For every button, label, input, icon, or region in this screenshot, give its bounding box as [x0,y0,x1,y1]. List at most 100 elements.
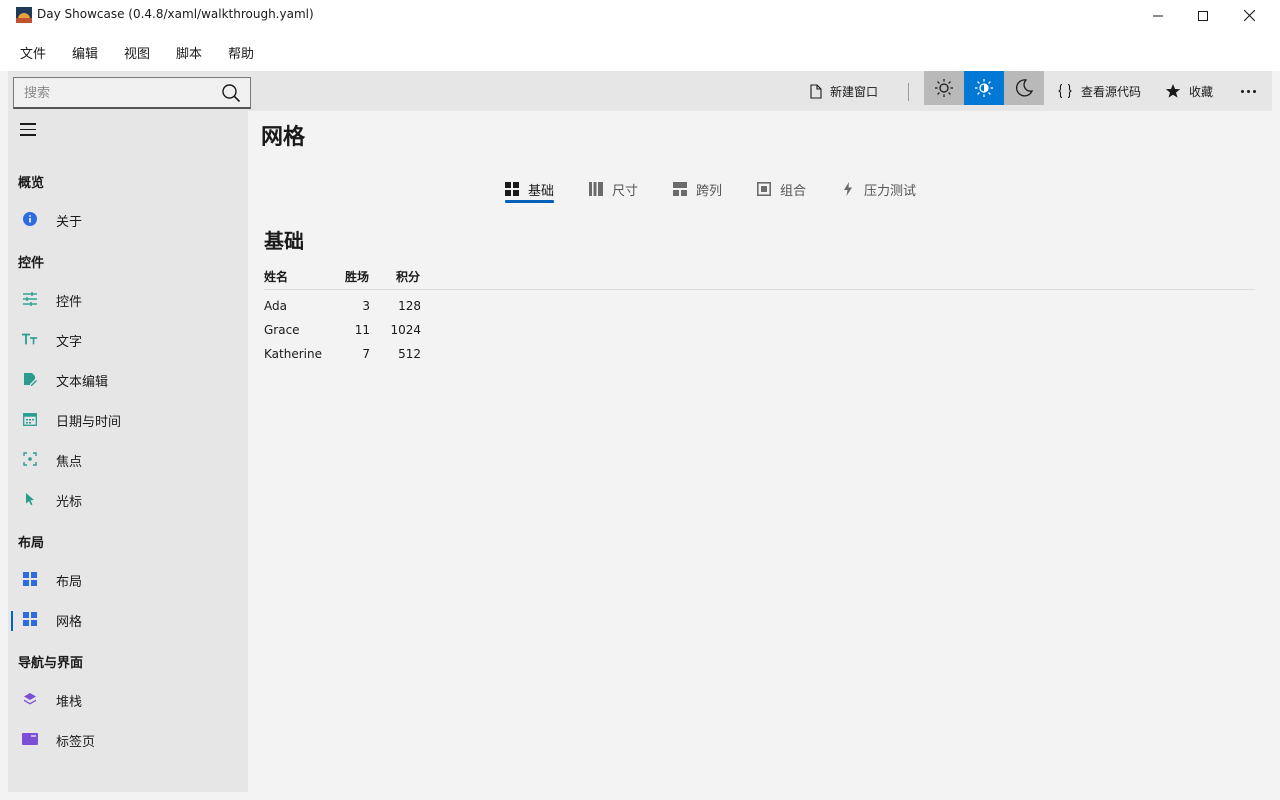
sidebar-item-cursor[interactable]: 光标 [8,481,248,517]
section-navigation: 导航与界面 [18,656,84,671]
sidebar: 概览 关于 控件 控件 文字 文本编辑 日期与时间 焦点 光标 布局 布局 网格… [8,111,248,792]
sidebar-item-label: 堆栈 [56,695,83,710]
maximize-button[interactable] [1180,0,1226,31]
stack-icon [22,691,38,707]
minimize-icon [1153,15,1163,16]
more-dot-icon [1240,89,1244,93]
auto-theme-button[interactable] [964,71,1004,105]
sidebar-item-label: 关于 [56,215,83,230]
menu-bar: 文件 编辑 视图 脚本 帮助 [0,31,1280,71]
section-controls: 控件 [18,256,45,271]
view-source-button[interactable]: 查看源代码 [1057,71,1141,111]
window-title: Day Showcase (0.4.8/xaml/walkthrough.yam… [37,7,314,21]
sidebar-item-label: 网格 [56,615,83,630]
info-icon [22,211,38,227]
sidebar-item-label: 标签页 [56,735,96,750]
tab-bar: 基础 尺寸 跨列 组合 压力测试 [0,176,1280,206]
more-options-button[interactable] [1234,79,1262,103]
sidebar-item-stack[interactable]: 堆栈 [8,681,248,717]
title-bar: Day Showcase (0.4.8/xaml/walkthrough.yam… [0,0,1280,31]
tab-label: 跨列 [696,183,723,199]
sidebar-item-label: 文字 [56,335,83,350]
new-window-label: 新建窗口 [830,84,879,99]
tab-label: 尺寸 [612,183,639,199]
toolbar-divider [908,83,909,101]
star-icon [1165,84,1181,98]
sliders-icon [22,291,38,307]
close-button[interactable] [1226,0,1272,31]
nested-icon [757,182,771,196]
menu-help[interactable]: 帮助 [228,43,254,62]
document-icon [810,83,822,99]
minimize-button[interactable] [1135,0,1181,31]
menu-file[interactable]: 文件 [20,43,46,62]
sidebar-item-text-editing[interactable]: 文本编辑 [8,361,248,397]
cell-points: 1024 [390,323,421,337]
more-dot-icon [1246,89,1250,93]
header-divider [264,289,1255,290]
dark-theme-button[interactable] [1004,71,1044,105]
calendar-icon [22,411,38,427]
section-heading: 基础 [264,229,304,253]
sidebar-item-label: 布局 [56,575,83,590]
tab-stress-test[interactable]: 压力测试 [841,176,916,202]
app-icon [16,7,32,23]
grid-icon [505,182,519,196]
span-icon [673,182,687,196]
column-header-name: 姓名 [264,270,289,284]
favorite-label: 收藏 [1189,84,1214,99]
search-icon[interactable] [221,83,241,103]
search-input[interactable] [24,84,214,102]
sidebar-item-about[interactable]: 关于 [8,201,248,237]
tab-basics[interactable]: 基础 [505,176,555,203]
edit-icon [22,371,38,387]
columns-icon [589,182,603,196]
tabs-icon [22,731,38,747]
auto-theme-icon [975,79,993,97]
menu-script[interactable]: 脚本 [176,43,202,62]
focus-icon [22,451,38,467]
grid-icon [22,611,38,627]
search-box [13,77,251,109]
column-header-points: 积分 [396,270,421,284]
cursor-icon [22,491,38,507]
column-header-wins: 胜场 [345,270,370,284]
toolbar: 新建窗口 [8,71,1272,111]
sidebar-item-date-time[interactable]: 日期与时间 [8,401,248,437]
sidebar-item-grid[interactable]: 网格 [8,601,248,637]
favorite-button[interactable]: 收藏 [1165,71,1213,111]
braces-icon [1058,83,1072,99]
text-icon [22,331,38,347]
hamburger-menu-icon[interactable] [20,123,38,137]
view-source-label: 查看源代码 [1081,84,1142,99]
tab-label: 组合 [780,183,807,199]
maximize-icon [1198,10,1208,21]
menu-edit[interactable]: 编辑 [72,43,98,62]
sidebar-item-layout[interactable]: 布局 [8,561,248,597]
tab-nested[interactable]: 组合 [757,176,806,202]
page-title: 网格 [261,125,306,150]
new-window-button[interactable]: 新建窗口 [810,71,878,111]
tab-spanning[interactable]: 跨列 [673,176,722,202]
cell-wins: 7 [362,347,370,361]
moon-icon [1015,79,1034,97]
cell-name: Ada [264,299,287,313]
tab-label: 基础 [528,183,555,199]
sidebar-item-tabs[interactable]: 标签页 [8,721,248,757]
cell-name: Katherine [264,347,322,361]
light-theme-button[interactable] [924,71,964,105]
tab-label: 压力测试 [864,183,917,199]
sidebar-item-text[interactable]: 文字 [8,321,248,357]
sidebar-item-label: 日期与时间 [56,415,122,430]
sidebar-item-label: 焦点 [56,455,83,470]
cell-wins: 11 [354,323,370,337]
tab-sizing[interactable]: 尺寸 [589,176,638,202]
sidebar-item-focus[interactable]: 焦点 [8,441,248,477]
more-dot-icon [1252,89,1256,93]
sidebar-item-label: 文本编辑 [56,375,109,390]
sidebar-item-controls[interactable]: 控件 [8,281,248,317]
layout-icon [22,571,38,587]
menu-view[interactable]: 视图 [124,43,150,62]
lightning-icon [841,182,855,196]
cell-points: 512 [398,347,421,361]
